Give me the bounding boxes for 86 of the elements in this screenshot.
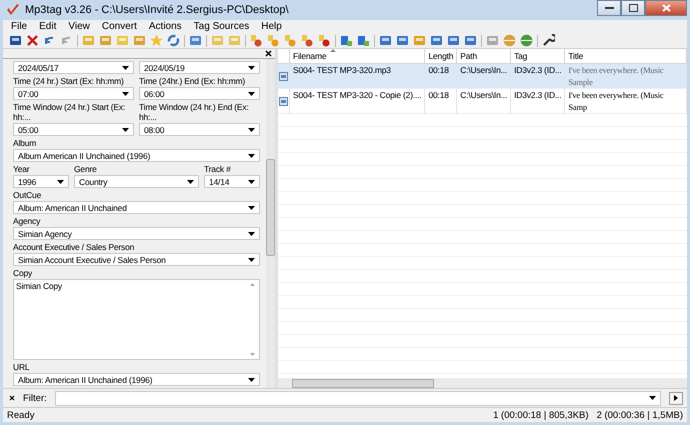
dropdown-field[interactable]: 07:00 (13, 87, 134, 100)
dropdown-field[interactable]: 08:00 (139, 123, 260, 136)
wrench-icon[interactable] (542, 34, 555, 47)
caret-icon (248, 378, 255, 382)
field-label: Copy (13, 268, 34, 278)
menu-item[interactable]: View (62, 20, 96, 33)
minimize-button[interactable] (597, 0, 621, 16)
field-label: Agency (13, 216, 42, 226)
dropdown-field[interactable]: Album: American II Unchained (13, 201, 260, 214)
sort-arrow-icon (330, 49, 336, 52)
apply-filter-button[interactable] (669, 392, 683, 404)
menu-item[interactable]: Edit (33, 20, 62, 33)
dropdown-field[interactable]: 2024/05/17 (13, 61, 134, 74)
field-label: Time (24 hr.) Start (Ex: hh:mm) (13, 76, 125, 86)
table-cell: C:\Users\In... (460, 90, 508, 100)
table-cell: S004- TEST MP3-320 - Copie (2).... (293, 90, 422, 100)
table-cell: 00:18 (428, 90, 449, 100)
dropdown-field[interactable]: 14/14 (204, 175, 260, 188)
status-text: Ready (7, 410, 34, 420)
field-label: Genre (74, 164, 98, 174)
caret-icon (248, 154, 255, 158)
audio-file-icon (279, 96, 288, 106)
dropdown-field[interactable]: Simian Agency (13, 227, 260, 240)
caret-icon (248, 92, 255, 96)
field-label: Track # (204, 164, 232, 174)
menu-item[interactable]: Actions (142, 20, 188, 33)
menu-item[interactable]: File (5, 20, 34, 33)
caret-icon (122, 66, 129, 70)
maximize-icon (628, 4, 638, 12)
field-label: Time Window (24 hr.) End (Ex: hh:... (139, 102, 250, 122)
close-button[interactable] (645, 0, 687, 16)
table-cell: I've been everywhere. (Music Samp (568, 90, 664, 112)
menu-item[interactable]: Tag Sources (188, 20, 256, 33)
dropdown-field[interactable]: Album: American II Unchained (1996) (13, 373, 260, 386)
dropdown-field[interactable]: Simian Account Executive / Sales Person (13, 253, 260, 266)
caret-icon (248, 180, 255, 184)
filter-label: Filter: (23, 392, 47, 404)
table-cell: ID3v2.3 (ID... (514, 90, 562, 100)
caret-icon (248, 66, 255, 70)
undo-icon[interactable] (43, 34, 56, 47)
caret-icon (248, 206, 255, 210)
star-icon[interactable] (150, 34, 163, 47)
delete-icon[interactable] (26, 34, 39, 47)
close-icon[interactable] (265, 50, 272, 57)
caret-icon (122, 92, 129, 96)
caret-icon (248, 258, 255, 262)
dropdown-field[interactable]: Album American II Unchained (1996) (13, 149, 260, 162)
caret-icon (122, 128, 129, 132)
caret-icon (248, 232, 255, 236)
field-label: URL (13, 362, 30, 372)
maximize-button[interactable] (621, 0, 645, 16)
minimize-icon (604, 6, 614, 10)
scroll-up-icon (250, 283, 255, 286)
menu-item[interactable]: Help (255, 20, 288, 33)
caret-icon (187, 180, 194, 184)
table-cell: 00:18 (428, 65, 449, 75)
field-label: Time Window (24 hr.) Start (Ex: hh:... (13, 102, 126, 122)
close-icon (662, 4, 670, 12)
text-area[interactable]: Simian Copy (13, 279, 260, 360)
caret-icon (649, 396, 656, 400)
status-total: 2 (00:00:36 | 1,5MB) (596, 410, 683, 420)
table-cell: C:\Users\In... (460, 65, 508, 75)
field-label: OutCue (13, 190, 42, 200)
window-title: Mp3tag v3.26 - C:\Users\Invité 2.Sergius-PC\Desktop\ (25, 4, 288, 16)
scroll-down-icon (250, 353, 255, 356)
dropdown-field[interactable]: Country (74, 175, 199, 188)
table-cell: I've been everywhere. (Music Sample (568, 65, 664, 87)
field-label: Time (24hr.) End (Ex: hh:mm) (139, 76, 246, 86)
redo-icon[interactable] (60, 34, 73, 47)
menu-item[interactable]: Convert (96, 20, 143, 33)
close-icon[interactable] (9, 395, 15, 401)
field-label: Album (13, 138, 38, 148)
caret-icon (57, 180, 64, 184)
refresh-icon[interactable] (167, 34, 180, 47)
dropdown-field[interactable]: 1996 (13, 175, 69, 188)
dropdown-field[interactable]: 05:00 (13, 123, 134, 136)
table-cell: S004- TEST MP3-320.mp3 (293, 65, 391, 75)
caret-icon (248, 128, 255, 132)
status-selection: 1 (00:00:18 | 805,3KB) (493, 410, 589, 420)
dropdown-field[interactable]: 2024/05/19 (139, 61, 260, 74)
checkmark-app-icon (6, 3, 20, 17)
dropdown-field[interactable]: 06:00 (139, 87, 260, 100)
field-label: Account Executive / Sales Person (13, 242, 136, 252)
field-label: Year (13, 164, 30, 174)
play-icon (674, 395, 678, 401)
table-cell: ID3v2.3 (ID... (514, 65, 562, 75)
